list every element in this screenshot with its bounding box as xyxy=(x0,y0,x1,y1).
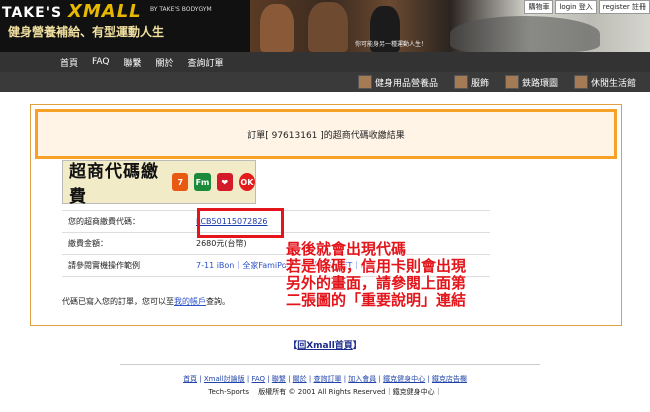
footer-link[interactable]: 鐵克健身中心 xyxy=(383,375,425,383)
nav-about[interactable]: 關於 xyxy=(155,56,173,69)
category-nutrition[interactable]: 健身用品營養品 xyxy=(357,75,438,89)
athlete-image xyxy=(260,4,294,52)
athlete-image xyxy=(308,2,348,52)
my-account-link[interactable]: 我的帳戶 xyxy=(174,297,206,306)
footer-link[interactable]: 加入會員 xyxy=(348,375,376,383)
category-thumb-icon xyxy=(453,75,468,89)
category-thumb-icon xyxy=(357,75,372,89)
category-apparel[interactable]: 服飾 xyxy=(453,75,489,89)
note-prefix: 代碼已寫入您的訂單，您可以至 xyxy=(62,297,174,306)
copyright: Tech-Sports 版權所有 © 2001 All Rights Reser… xyxy=(208,388,442,396)
category-label: 服飾 xyxy=(470,78,489,89)
nav-contact[interactable]: 聯繫 xyxy=(123,56,141,69)
familymart-icon: Fm xyxy=(194,173,211,191)
annotation-line: 若是條碼，信用卡則會出現 xyxy=(286,257,467,275)
cart-link[interactable]: 購物車 xyxy=(524,0,554,14)
annotation-text: 最後就會出現代碼 若是條碼，信用卡則會出現 另外的畫面，請參閱上面第 二張圖的「… xyxy=(286,241,556,309)
header-banner: TAKE'S XMALL BY TAKE'S BODYGYM 健身營養補給、有型… xyxy=(0,0,650,52)
panel-header: 訂單[ 97613161 ]的超商代碼收繳結果 xyxy=(35,109,617,159)
logo-main: XMALL xyxy=(67,1,142,22)
category-label: 健身用品營養品 xyxy=(374,78,438,89)
annotation-line: 最後就會出現代碼 xyxy=(286,240,407,258)
back-close: 】 xyxy=(352,341,362,351)
footer-link[interactable]: 首頁 xyxy=(183,375,197,383)
category-lifestyle[interactable]: 休閒生活館 xyxy=(573,75,636,89)
register-link[interactable]: register 註冊 xyxy=(598,0,650,14)
convenience-store-logo: 超商代碼繳費 7 Fm ❤ OK xyxy=(62,160,256,207)
highlight-box xyxy=(197,208,284,238)
category-gear[interactable]: 鉄路環圖 xyxy=(504,75,558,89)
back-home-link[interactable]: 【回Xmall首頁】 xyxy=(0,338,650,351)
logo-text: TAKE'S XMALL xyxy=(2,1,142,22)
login-link[interactable]: login 登入 xyxy=(555,0,597,14)
category-label: 鉄路環圖 xyxy=(521,78,558,89)
panel-title: 訂單[ 97613161 ]的超商代碼收繳結果 xyxy=(38,112,614,156)
utility-links: 購物車 login 登入 register 註冊 xyxy=(524,0,650,14)
ok-mart-icon: OK xyxy=(238,173,256,191)
logo[interactable]: TAKE'S XMALL BY TAKE'S BODYGYM 健身營養補給、有型… xyxy=(0,0,250,52)
annotation-line: 二張圖的「重要說明」連結 xyxy=(286,291,467,309)
note-suffix: 查詢。 xyxy=(206,297,230,306)
order-note: 代碼已寫入您的訂單，您可以至我的帳戶查詢。 xyxy=(62,296,230,307)
footer-link[interactable]: FAQ xyxy=(251,375,265,383)
slogan: 健身營養補給、有型運動人生 xyxy=(8,25,165,39)
store-logo-text: 超商代碼繳費 xyxy=(69,162,159,207)
annotation-line: 另外的畫面，請參閱上面第 xyxy=(286,274,467,292)
page: TAKE'S XMALL BY TAKE'S BODYGYM 健身營養補給、有型… xyxy=(0,0,650,412)
category-bar: 健身用品營養品 服飾 鉄路環圖 休閒生活館 xyxy=(0,72,650,92)
logo-prefix: TAKE'S xyxy=(2,5,63,21)
category-label: 休閒生活館 xyxy=(590,78,636,89)
main-nav: 首頁 FAQ 聯繫 關於 查詢訂單 xyxy=(0,52,650,72)
nav-faq[interactable]: FAQ xyxy=(92,57,109,67)
back-home-label: 回Xmall首頁 xyxy=(297,341,353,351)
example-label: 請參閱實機操作範例 xyxy=(62,254,190,277)
nav-order-query[interactable]: 查詢訂單 xyxy=(187,56,223,69)
footer-link[interactable]: 聯繫 xyxy=(272,375,286,383)
footer-link[interactable]: 鐵克店告欄 xyxy=(432,375,467,383)
cyclist-image xyxy=(450,16,600,52)
nav-home[interactable]: 首頁 xyxy=(60,56,78,69)
amount-label: 繳費金額： xyxy=(62,232,190,255)
footer-links: 首頁 | Xmall討論版 | FAQ | 聯繫 | 關於 | 查詢訂單 | 加… xyxy=(183,375,467,383)
footer-divider xyxy=(120,364,540,365)
category-thumb-icon xyxy=(504,75,519,89)
footer-link[interactable]: Xmall討論版 xyxy=(204,375,245,383)
code-label: 您的超商繳費代碼： xyxy=(62,210,190,233)
logo-subtitle: BY TAKE'S BODYGYM xyxy=(150,6,212,13)
banner-tagline: 你可能身另一種運動人生！ xyxy=(355,41,428,48)
back-open: 【 xyxy=(288,341,298,351)
hilife-icon: ❤ xyxy=(216,173,233,191)
seven-eleven-icon: 7 xyxy=(172,173,189,191)
footer-link[interactable]: 關於 xyxy=(293,375,307,383)
category-thumb-icon xyxy=(573,75,588,89)
footer-link[interactable]: 查詢訂單 xyxy=(313,375,341,383)
